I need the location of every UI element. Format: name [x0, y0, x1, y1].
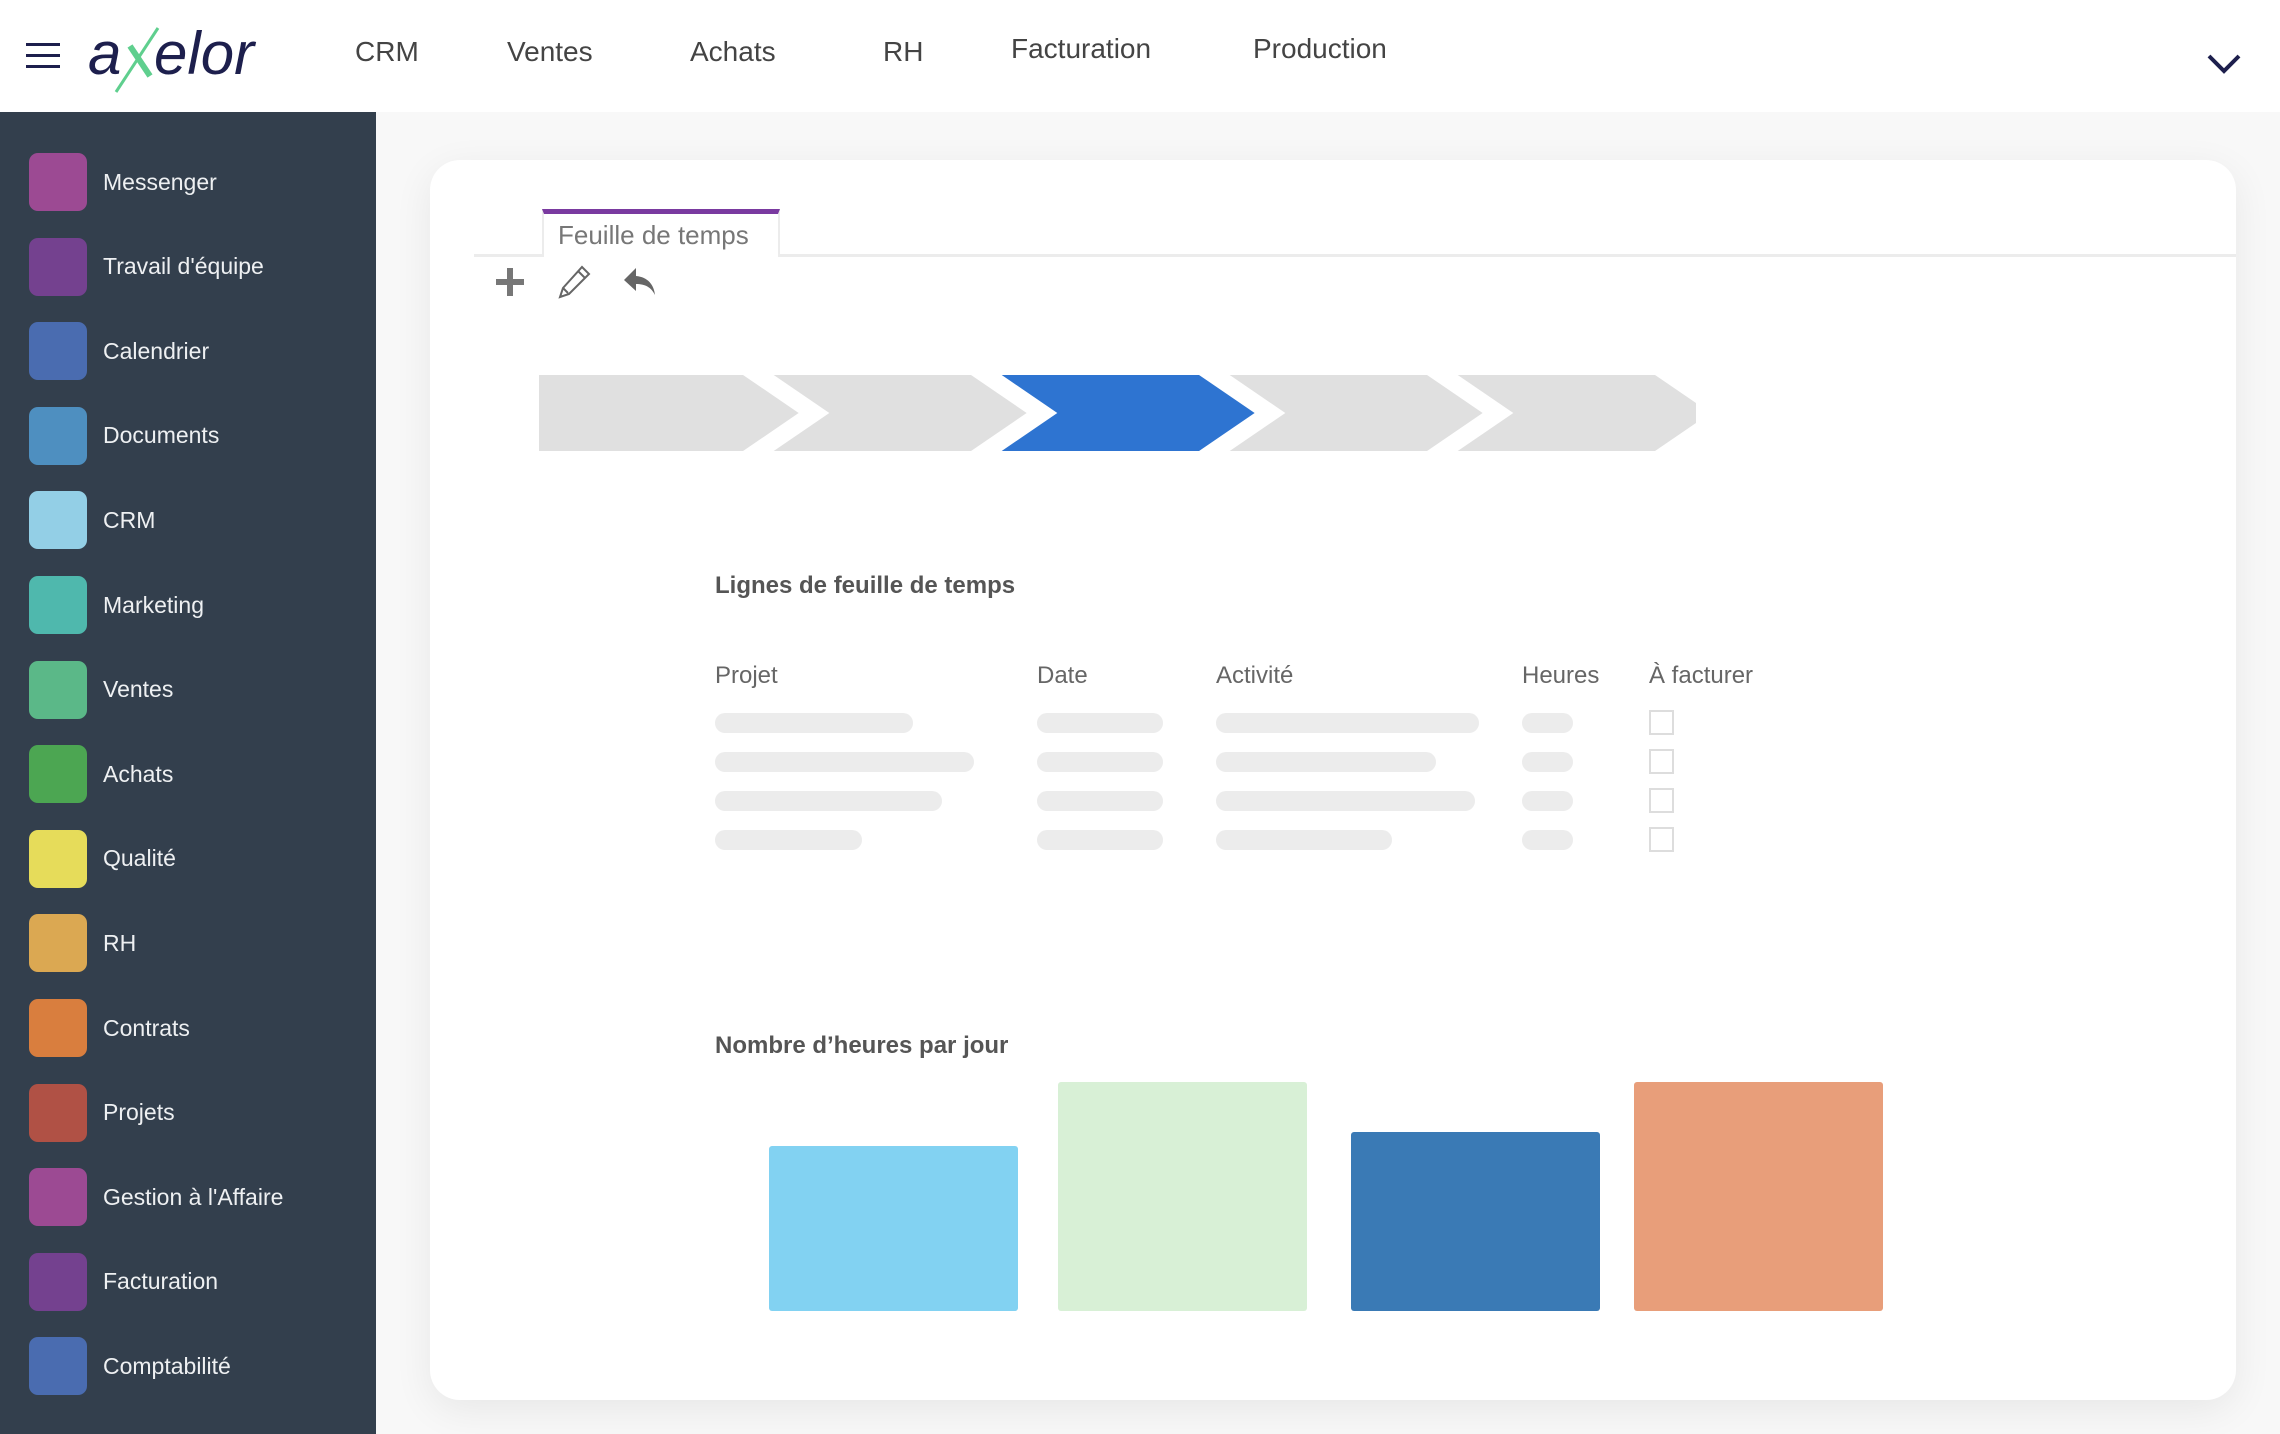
col-activite: Activité	[1216, 662, 1294, 689]
a-facturer-checkbox[interactable]	[1649, 749, 1674, 774]
sidebar-item-label: Achats	[103, 760, 174, 787]
hamburger-menu-icon[interactable]	[26, 43, 60, 69]
app-color-icon	[29, 576, 87, 634]
app-color-icon	[29, 406, 87, 465]
plus-icon[interactable]	[492, 264, 528, 300]
placeholder-cell	[1037, 713, 1163, 733]
nav-achats[interactable]: Achats	[690, 36, 776, 68]
sidebar-item-label: Marketing	[103, 591, 204, 618]
sidebar-item-label: Projets	[103, 1099, 175, 1126]
placeholder-cell	[1037, 830, 1163, 850]
app-color-icon	[29, 914, 87, 973]
undo-icon[interactable]	[622, 264, 658, 300]
sidebar-item[interactable]: Ventes	[29, 660, 369, 720]
placeholder-cell	[715, 830, 862, 850]
sidebar-item-label: CRM	[103, 506, 156, 533]
sidebar-item-label: Calendrier	[103, 337, 210, 364]
sidebar-item[interactable]: Gestion à l'Affaire	[29, 1167, 369, 1227]
sidebar-item[interactable]: Documents	[29, 406, 369, 466]
sidebar-item[interactable]: Facturation	[29, 1252, 369, 1312]
nav-production[interactable]: Production	[1253, 33, 1387, 65]
chart-bar	[769, 1146, 1018, 1311]
chevron-down-icon[interactable]	[2206, 52, 2242, 76]
chart-bar	[1634, 1082, 1883, 1311]
app-color-icon	[29, 322, 87, 381]
sidebar-item-label: Facturation	[103, 1268, 219, 1295]
chart-title: Nombre d’heures par jour	[715, 1032, 1009, 1059]
app-color-icon	[29, 1252, 87, 1311]
sidebar-item[interactable]: Comptabilité	[29, 1336, 369, 1396]
nav-rh[interactable]: RH	[883, 36, 923, 68]
sidebar-item-label: RH	[103, 929, 137, 956]
svg-text:elor: elor	[154, 20, 256, 87]
app-color-icon	[29, 153, 87, 211]
sidebar-item-label: Messenger	[103, 168, 217, 195]
sidebar-item-label: Ventes	[103, 676, 174, 703]
app-color-icon	[29, 237, 87, 296]
app-color-icon	[29, 491, 87, 550]
sidebar-item[interactable]: RH	[29, 913, 369, 973]
placeholder-cell	[1037, 791, 1163, 811]
placeholder-cell	[1216, 752, 1436, 772]
sidebar-item[interactable]: CRM	[29, 490, 369, 550]
top-header: a elor CRM Ventes Achats RH Facturation …	[0, 0, 2280, 112]
placeholder-cell	[1522, 752, 1573, 772]
col-heures: Heures	[1522, 662, 1600, 689]
app-color-icon	[29, 999, 87, 1057]
col-projet: Projet	[715, 662, 778, 689]
sidebar-item-label: Documents	[103, 422, 220, 449]
status-steps	[536, 370, 1696, 456]
sidebar-item[interactable]: Contrats	[29, 998, 369, 1058]
chart-bar	[1058, 1082, 1307, 1311]
sidebar-item[interactable]: Calendrier	[29, 321, 369, 381]
sidebar-item[interactable]: Qualité	[29, 829, 369, 889]
sidebar: Messenger Travail d'équipe Calendrier Docum…	[0, 112, 376, 1434]
lines-title: Lignes de feuille de temps	[715, 572, 1016, 599]
placeholder-cell	[1216, 713, 1479, 733]
app-color-icon	[29, 1168, 87, 1227]
col-date: Date	[1037, 662, 1088, 689]
sidebar-item[interactable]: Marketing	[29, 575, 369, 635]
placeholder-cell	[1522, 791, 1573, 811]
sidebar-item[interactable]: Travail d'équipe	[29, 237, 369, 297]
placeholder-cell	[1522, 830, 1573, 850]
app-color-icon	[29, 1083, 87, 1142]
sidebar-item[interactable]: Messenger	[29, 152, 369, 212]
sidebar-item[interactable]: Projets	[29, 1083, 369, 1143]
nav-ventes[interactable]: Ventes	[507, 36, 593, 68]
pencil-icon[interactable]	[556, 264, 592, 300]
sidebar-item-label: Comptabilité	[103, 1352, 231, 1379]
timesheet-card	[430, 160, 2236, 1400]
sidebar-item-label: Travail d'équipe	[103, 253, 264, 280]
sidebar-item-label: Contrats	[103, 1014, 190, 1041]
sidebar-item-label: Qualité	[103, 845, 176, 872]
placeholder-cell	[715, 791, 942, 811]
nav-crm[interactable]: CRM	[355, 36, 419, 68]
placeholder-cell	[715, 752, 974, 772]
chart-bar	[1351, 1132, 1600, 1311]
placeholder-cell	[715, 713, 913, 733]
svg-text:a: a	[88, 20, 121, 87]
sidebar-item-label: Gestion à l'Affaire	[103, 1183, 284, 1210]
a-facturer-checkbox[interactable]	[1649, 827, 1674, 852]
axelor-logo[interactable]: a elor	[88, 18, 288, 98]
a-facturer-checkbox[interactable]	[1649, 710, 1674, 735]
placeholder-cell	[1216, 791, 1475, 811]
app-color-icon	[29, 1337, 87, 1396]
nav-facturation[interactable]: Facturation	[1011, 33, 1151, 65]
app-color-icon	[29, 829, 87, 888]
app-color-icon	[29, 745, 87, 804]
app-color-icon	[29, 660, 87, 719]
a-facturer-checkbox[interactable]	[1649, 788, 1674, 813]
sidebar-item[interactable]: Achats	[29, 744, 369, 804]
placeholder-cell	[1037, 752, 1163, 772]
status-step[interactable]	[536, 370, 810, 456]
tab-feuille-de-temps[interactable]: Feuille de temps	[542, 209, 780, 257]
placeholder-cell	[1216, 830, 1392, 850]
placeholder-cell	[1522, 713, 1573, 733]
col-a-facturer: À facturer	[1649, 662, 1754, 689]
